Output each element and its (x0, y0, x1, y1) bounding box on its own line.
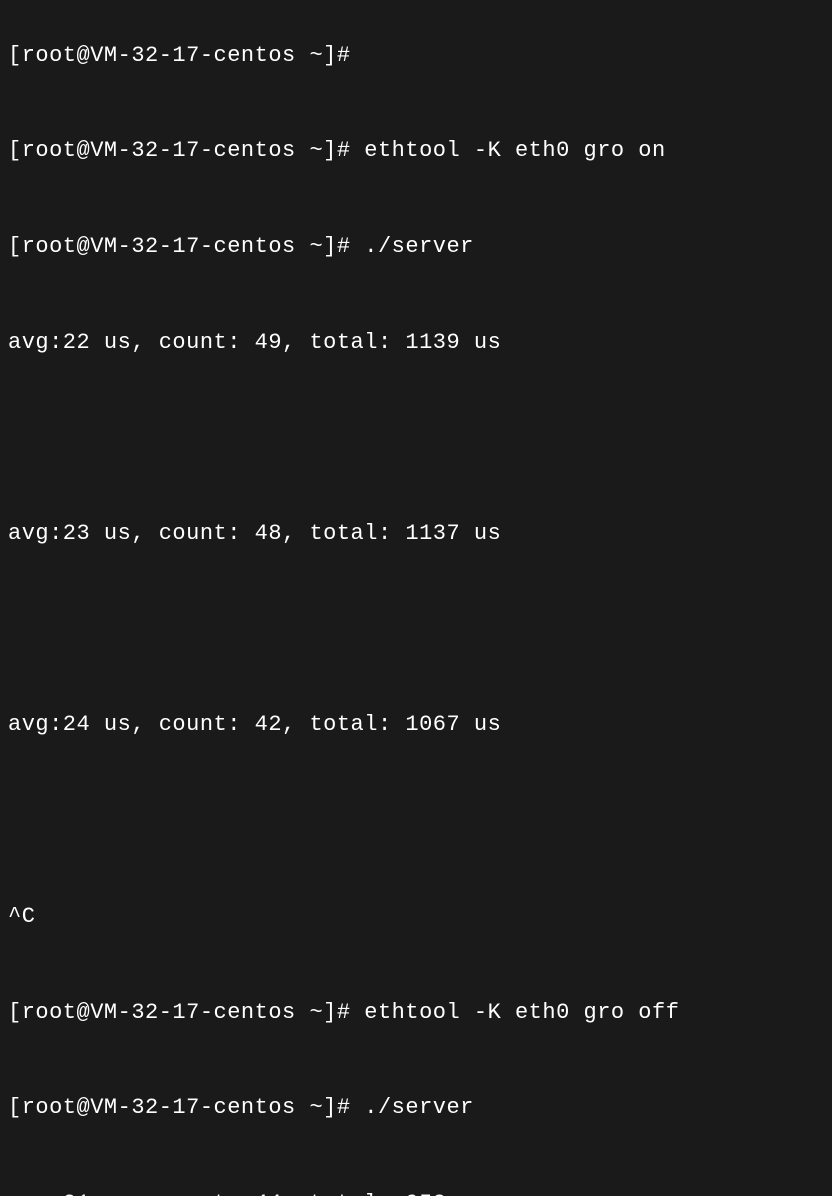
prompt-line: [root@VM-32-17-centos ~]# ./server (8, 1092, 824, 1124)
output-line: avg:22 us, count: 49, total: 1139 us (8, 327, 824, 359)
output-line: avg:23 us, count: 48, total: 1137 us (8, 518, 824, 550)
interrupt-line: ^C (8, 901, 824, 933)
prompt-line: [root@VM-32-17-centos ~]# ethtool -K eth… (8, 135, 824, 167)
output-line: avg:24 us, count: 42, total: 1067 us (8, 709, 824, 741)
output-line: avg:21 us, count: 44, total: 953 us (8, 1188, 824, 1196)
blank-line (8, 805, 824, 837)
blank-line (8, 614, 824, 646)
terminal-window[interactable]: [root@VM-32-17-centos ~]# [root@VM-32-17… (0, 0, 832, 1196)
prompt-line: [root@VM-32-17-centos ~]# ethtool -K eth… (8, 997, 824, 1029)
blank-line (8, 422, 824, 454)
partial-line-top: [root@VM-32-17-centos ~]# (8, 40, 824, 72)
prompt-line: [root@VM-32-17-centos ~]# ./server (8, 231, 824, 263)
